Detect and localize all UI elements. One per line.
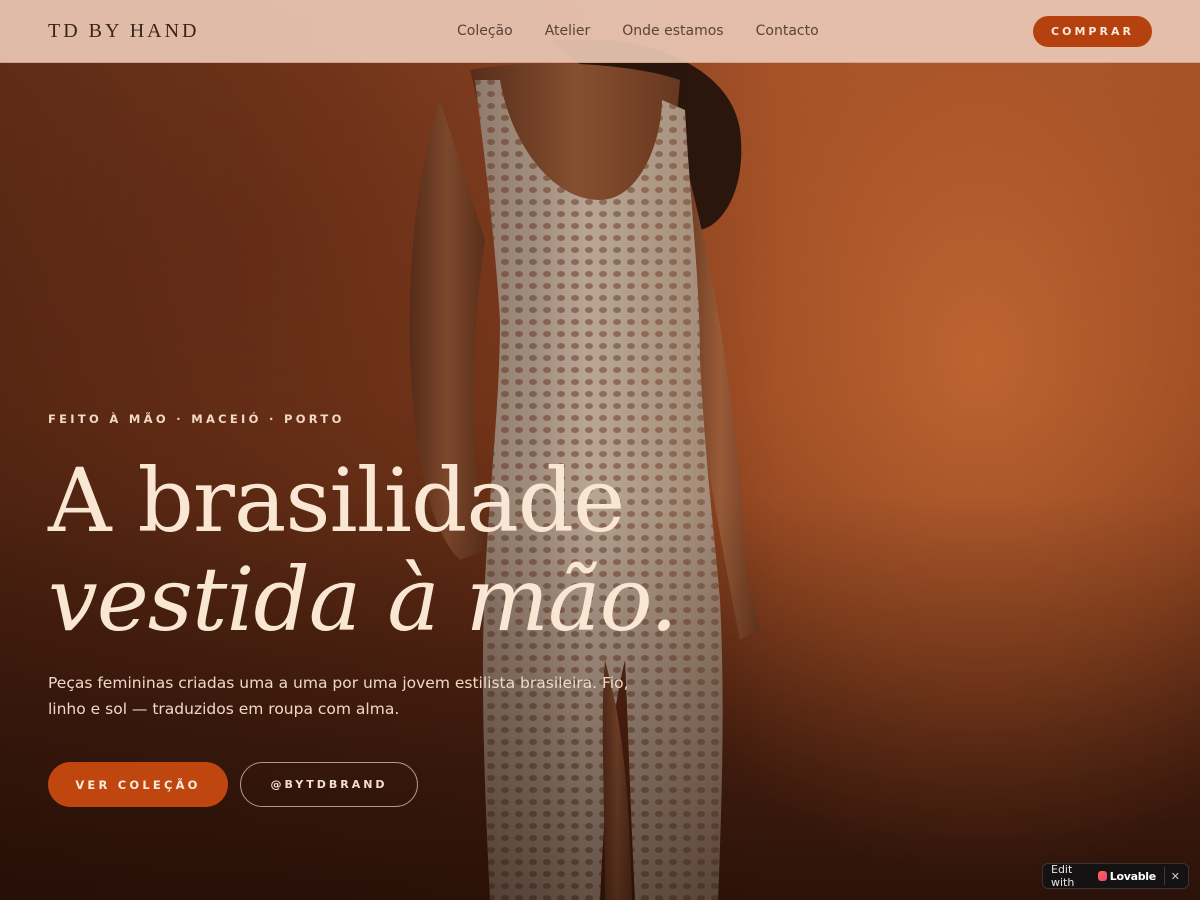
close-icon[interactable]: ✕ (1171, 870, 1180, 883)
nav-link-contacto[interactable]: Contacto (756, 23, 819, 39)
badge-divider (1163, 867, 1165, 885)
hero-eyebrow: FEITO À MÃO · MACEIÓ · PORTO (48, 412, 345, 426)
hero-section: FEITO À MÃO · MACEIÓ · PORTO A brasilida… (48, 412, 688, 807)
hero-headline: A brasilidade vestida à mão. (48, 452, 688, 650)
hero-description: Peças femininas criadas uma a uma por um… (48, 674, 629, 718)
hero-headline-line1: A brasilidade (48, 449, 625, 552)
landing-page: TD BY HAND Coleção Atelier Onde estamos … (0, 0, 1200, 900)
badge-brand-text: Lovable (1109, 869, 1156, 883)
hero-headline-line2: vestida à mão. (48, 548, 678, 651)
main-nav: Coleção Atelier Onde estamos Contacto (457, 23, 819, 39)
nav-link-onde-estamos[interactable]: Onde estamos (622, 23, 723, 39)
instagram-handle-button[interactable]: @BYTDBRAND (240, 762, 418, 807)
hero-cta-row: VER COLEÇÃO @BYTDBRAND (48, 762, 688, 807)
edit-with-lovable-badge[interactable]: Edit with Lovable ✕ (1042, 863, 1189, 889)
buy-button[interactable]: COMPRAR (1033, 16, 1152, 47)
view-collection-button[interactable]: VER COLEÇÃO (48, 762, 228, 807)
nav-link-colecao[interactable]: Coleção (457, 23, 513, 39)
badge-prefix-text: Edit with (1051, 863, 1075, 889)
site-header: TD BY HAND Coleção Atelier Onde estamos … (0, 0, 1200, 63)
nav-link-atelier[interactable]: Atelier (545, 23, 591, 39)
lovable-heart-icon (1098, 871, 1107, 881)
brand-logo[interactable]: TD BY HAND (48, 20, 378, 43)
